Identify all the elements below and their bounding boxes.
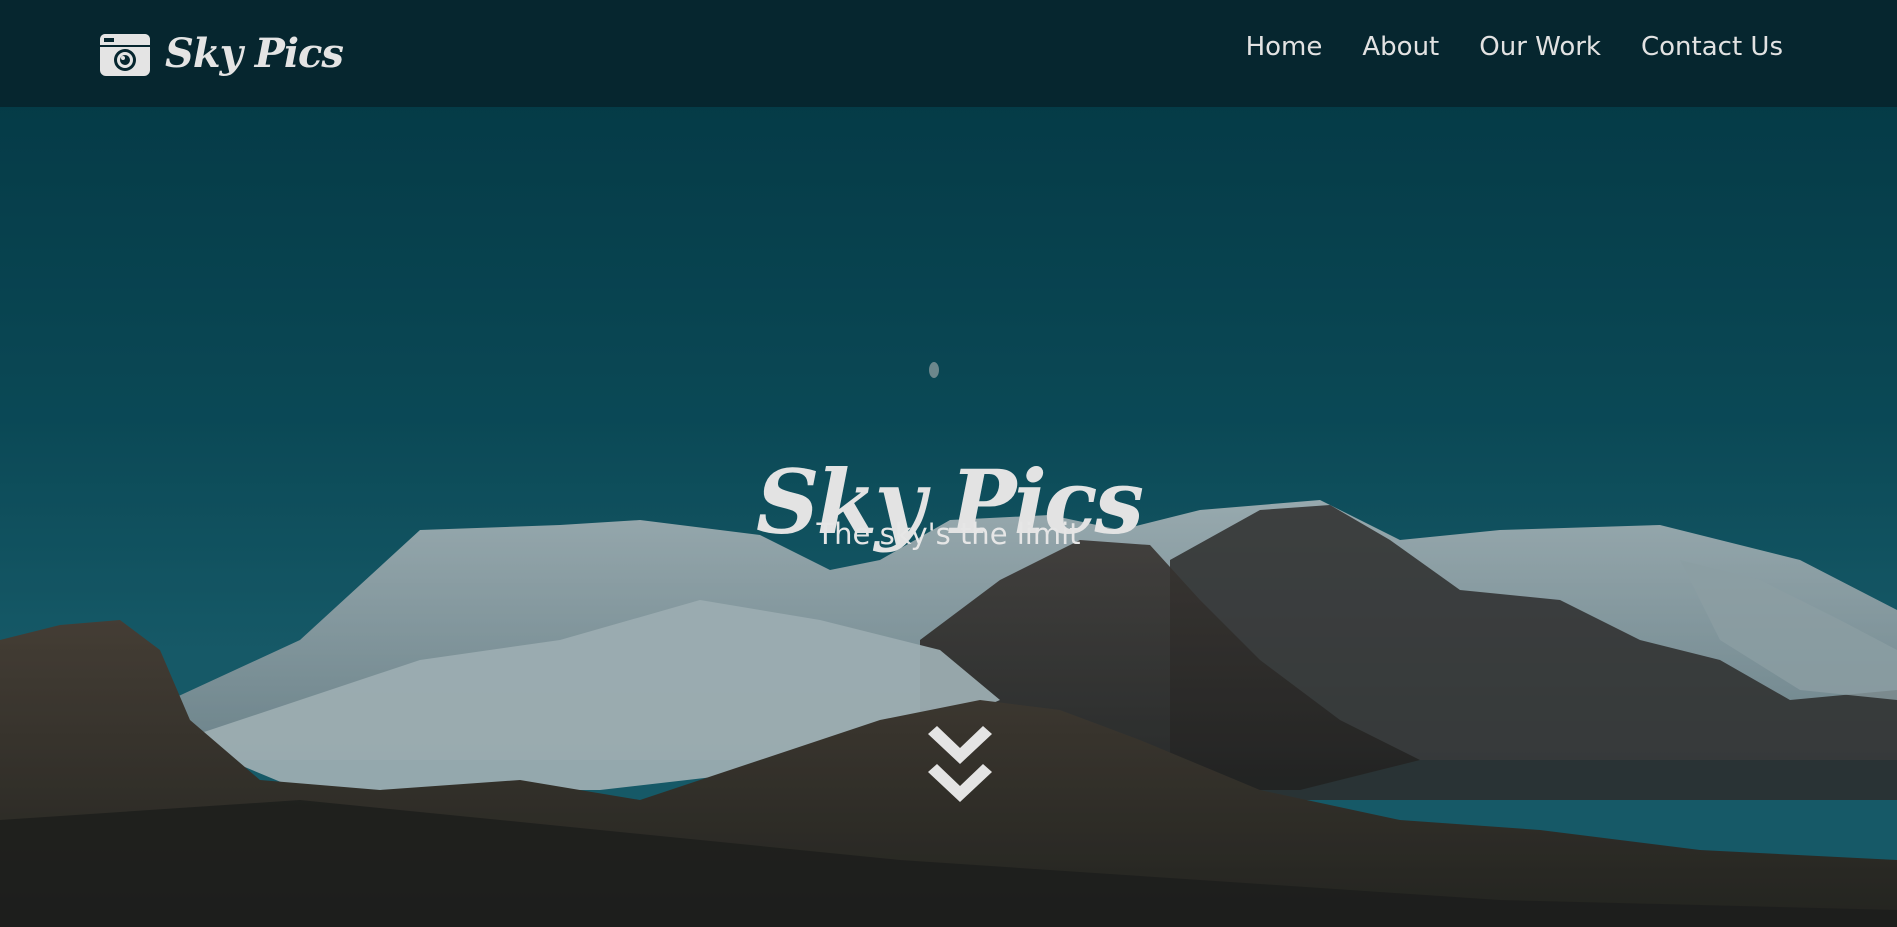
- brand-name: Sky Pics: [165, 30, 344, 77]
- hero-tagline: The sky's the limit: [816, 517, 1081, 551]
- nav-home-link[interactable]: Home: [1246, 28, 1323, 66]
- nav-our-work-link[interactable]: Our Work: [1479, 28, 1601, 66]
- double-chevron-down-icon[interactable]: [924, 724, 996, 808]
- brand-logo[interactable]: Sky Pics: [99, 28, 344, 80]
- nav-contact-us-link[interactable]: Contact Us: [1641, 28, 1783, 66]
- navbar: Sky Pics Home About Our Work Contact Us: [0, 0, 1897, 107]
- page: Sky Pics Home About Our Work Contact Us …: [0, 0, 1897, 927]
- main-nav: Home About Our Work Contact Us: [1246, 28, 1783, 66]
- camera-icon: [100, 34, 150, 76]
- nav-about-link[interactable]: About: [1362, 28, 1439, 66]
